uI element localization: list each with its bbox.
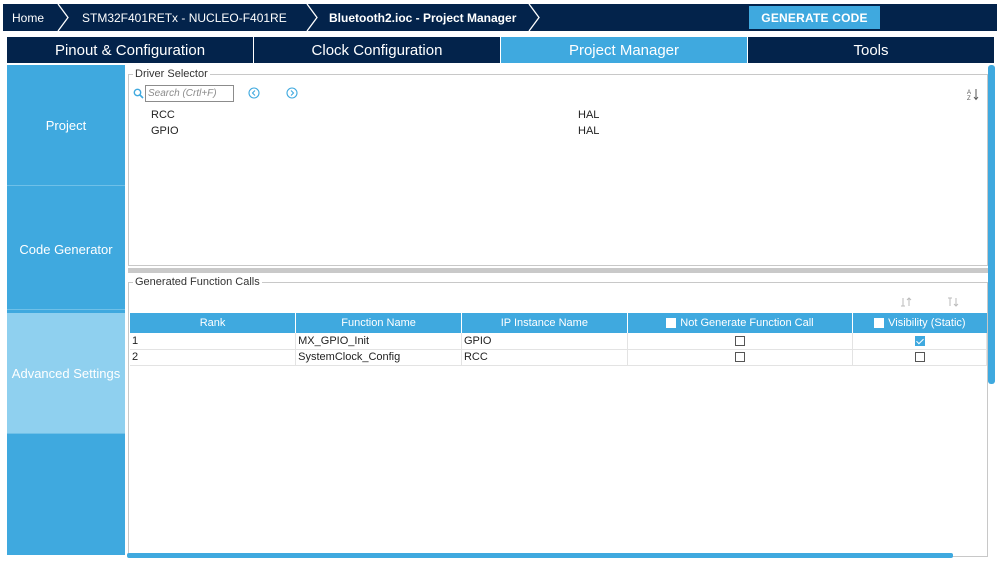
- sidebar-item-advanced-settings[interactable]: Advanced Settings: [7, 313, 125, 434]
- visibility-all-checkbox[interactable]: [874, 318, 885, 329]
- not-generate-all-checkbox[interactable]: [666, 318, 677, 329]
- splitter[interactable]: [128, 268, 988, 273]
- not-generate-cell: [627, 349, 854, 366]
- previous-circle-icon[interactable]: [248, 87, 260, 99]
- function-name-cell: SystemClock_Config: [295, 349, 462, 366]
- vertical-scrollbar[interactable]: [988, 65, 995, 384]
- not-generate-checkbox[interactable]: [734, 352, 745, 363]
- main-tabs: Pinout & Configuration Clock Configurati…: [7, 37, 994, 63]
- driver-selector-group: Driver Selector A Z: [128, 68, 988, 266]
- breadcrumb-device-label: STM32F401RETx - NUCLEO-F401RE: [82, 10, 287, 25]
- next-circle-icon[interactable]: [286, 87, 298, 99]
- column-header-ip-instance-name[interactable]: IP Instance Name: [461, 313, 628, 333]
- table-header-row: Rank Function Name IP Instance Name Not …: [130, 313, 987, 333]
- svg-text:Z: Z: [967, 96, 971, 101]
- not-generate-checkbox[interactable]: [734, 335, 745, 346]
- visibility-checkbox[interactable]: [914, 335, 925, 346]
- sidebar-item-code-generator[interactable]: Code Generator: [7, 189, 125, 310]
- rank-cell: 1: [130, 333, 297, 350]
- column-header-rank[interactable]: Rank: [130, 313, 297, 333]
- sidebar: Project Code Generator Advanced Settings: [7, 65, 125, 555]
- tab-pinout-configuration[interactable]: Pinout & Configuration: [7, 37, 254, 63]
- column-header-function-name[interactable]: Function Name: [295, 313, 462, 333]
- generate-code-button[interactable]: GENERATE CODE: [749, 6, 880, 29]
- sidebar-item-label: Code Generator: [19, 241, 113, 257]
- breadcrumb-home-label: Home: [12, 10, 45, 25]
- visibility-cell: [852, 349, 987, 366]
- chevron-right-icon: [57, 4, 69, 31]
- move-up-icon[interactable]: [900, 297, 912, 307]
- function-name-cell: MX_GPIO_Init: [295, 333, 462, 350]
- chevron-right-icon: [528, 4, 540, 31]
- driver-type[interactable]: HAL: [578, 125, 599, 137]
- search-box: [133, 85, 234, 102]
- visibility-cell: [852, 333, 987, 350]
- column-header-not-generate[interactable]: Not Generate Function Call: [627, 313, 854, 333]
- stm32cubemx-window: Home STM32F401RETx - NUCLEO-F401RE Bluet…: [0, 0, 999, 566]
- breadcrumb-device[interactable]: STM32F401RETx - NUCLEO-F401RE: [72, 4, 321, 31]
- ip-instance-cell: GPIO: [461, 333, 628, 350]
- rank-cell: 2: [130, 349, 297, 366]
- horizontal-scrollbar[interactable]: [127, 553, 953, 558]
- generated-function-calls-group: Generated Function Calls Rank Function N…: [128, 276, 988, 557]
- breadcrumb-bar: Home STM32F401RETx - NUCLEO-F401RE Bluet…: [0, 4, 999, 31]
- move-down-icon[interactable]: [947, 297, 959, 307]
- function-calls-table: Rank Function Name IP Instance Name Not …: [130, 313, 987, 366]
- column-header-visibility[interactable]: Visibility (Static): [852, 313, 987, 333]
- visibility-checkbox[interactable]: [914, 352, 925, 363]
- driver-type[interactable]: HAL: [578, 109, 599, 121]
- table-row[interactable]: 2 SystemClock_Config RCC: [130, 349, 987, 366]
- chevron-right-icon: [306, 4, 318, 31]
- tab-tools[interactable]: Tools: [748, 37, 994, 63]
- column-header-label: Not Generate Function Call: [680, 317, 814, 329]
- advanced-settings-panel: Driver Selector A Z: [125, 65, 995, 557]
- breadcrumb-home[interactable]: Home: [3, 4, 72, 31]
- breadcrumb-file[interactable]: Bluetooth2.ioc - Project Manager: [321, 4, 543, 31]
- breadcrumb-file-label: Bluetooth2.ioc - Project Manager: [329, 10, 517, 25]
- search-input[interactable]: [145, 85, 234, 102]
- sort-az-icon[interactable]: A Z: [967, 88, 979, 101]
- sidebar-item-label: Project: [45, 117, 87, 133]
- driver-name[interactable]: RCC: [151, 109, 175, 121]
- generated-function-calls-title: Generated Function Calls: [133, 276, 262, 288]
- sidebar-item-label: Advanced Settings: [11, 365, 121, 381]
- not-generate-cell: [627, 333, 854, 350]
- search-icon: [133, 88, 144, 99]
- tab-project-manager[interactable]: Project Manager: [501, 37, 748, 63]
- table-row[interactable]: 1 MX_GPIO_Init GPIO: [130, 333, 987, 350]
- ip-instance-cell: RCC: [461, 349, 628, 366]
- driver-selector-title: Driver Selector: [133, 68, 210, 80]
- breadcrumb: Home STM32F401RETx - NUCLEO-F401RE Bluet…: [3, 4, 997, 31]
- driver-name[interactable]: GPIO: [151, 125, 179, 137]
- sidebar-item-project[interactable]: Project: [7, 65, 125, 186]
- tab-clock-configuration[interactable]: Clock Configuration: [254, 37, 501, 63]
- column-header-label: Visibility (Static): [888, 317, 966, 329]
